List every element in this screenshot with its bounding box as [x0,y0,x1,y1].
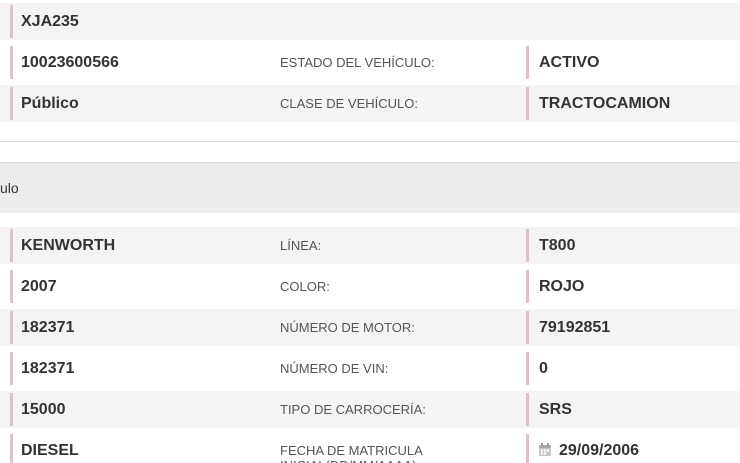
vin-number-label: NÚMERO DE VIN: [280,361,389,376]
registration-date-label: FECHA DE MATRICULA INICIAL(DD/MM/AAAA): [280,443,423,463]
detail-row: 182371 NÚMERO DE MOTOR: 79192851 [0,309,740,346]
class-row: Público CLASE DE VEHÍCULO: TRACTOCAMION [0,85,740,122]
row-accent-bar [10,311,13,344]
vehicle-status-value: ACTIVO [539,54,600,71]
fuel-type-value: DIESEL [21,442,79,459]
line-value: T800 [539,237,576,254]
row-accent-bar [526,311,529,344]
row-accent-bar [10,46,13,79]
row-accent-bar [526,434,529,463]
row-accent-bar [10,434,13,463]
row-accent-bar [10,5,13,38]
row-accent-bar [526,229,529,262]
detail-row: 15000 TIPO DE CARROCERÍA: SRS [0,391,740,428]
row-accent-bar [10,270,13,303]
detail-row: KENWORTH LÍNEA: T800 [0,227,740,264]
brand-value: KENWORTH [21,237,116,254]
engine-number-value: 79192851 [539,319,611,336]
section-divider [0,141,740,142]
plate-row: XJA235 [0,3,740,40]
status-row: 10023600566 ESTADO DEL VEHÍCULO: ACTIVO [0,44,740,81]
license-number-value: 10023600566 [21,54,119,71]
row-accent-bar [526,46,529,79]
calendar-icon [538,443,552,457]
row-accent-bar [526,393,529,426]
detail-row: 182371 NÚMERO DE VIN: 0 [0,350,740,387]
section-title: ulo [0,180,19,196]
row-accent-bar [10,393,13,426]
service-type-value: Público [21,95,79,112]
row-accent-bar [10,229,13,262]
row-accent-bar [526,352,529,385]
vehicle-info-page: XJA235 10023600566 ESTADO DEL VEHÍCULO: … [0,0,740,463]
vehicle-class-value: TRACTOCAMION [539,95,671,112]
line-label: LÍNEA: [280,238,322,253]
chassis-value: 182371 [21,360,75,377]
plate-value: XJA235 [21,13,79,30]
vehicle-status-label: ESTADO DEL VEHÍCULO: [280,55,435,70]
body-type-label: TIPO DE CARROCERÍA: [280,402,426,417]
row-accent-bar [10,352,13,385]
row-accent-bar [526,270,529,303]
color-value: ROJO [539,278,585,295]
detail-row: 2007 COLOR: ROJO [0,268,740,305]
detail-row: DIESEL FECHA DE MATRICULA INICIAL(DD/MM/… [0,432,740,463]
body-type-value: SRS [539,401,572,418]
vin-number-value: 0 [539,360,548,377]
row-accent-bar [526,87,529,120]
row-accent-bar [10,87,13,120]
registration-date-value: 29/09/2006 [559,442,640,459]
capacity-value: 15000 [21,401,66,418]
section-header[interactable]: ulo [0,162,740,213]
model-year-value: 2007 [21,278,57,295]
engine-number-label: NÚMERO DE MOTOR: [280,320,415,335]
color-label: COLOR: [280,279,330,294]
vehicle-class-label: CLASE DE VEHÍCULO: [280,96,418,111]
cylinder-value: 182371 [21,319,75,336]
